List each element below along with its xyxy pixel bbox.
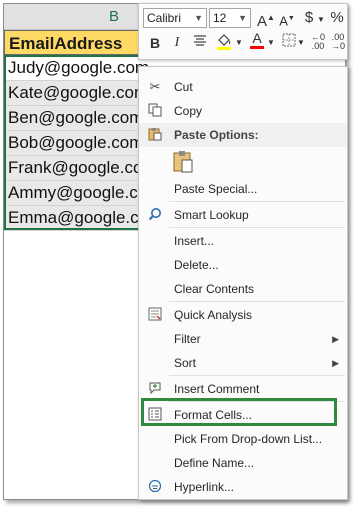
menu-item-label: Smart Lookup <box>174 208 249 222</box>
menu-item-label: Clear Contents <box>174 282 255 296</box>
currency-icon: $ <box>304 9 314 26</box>
menu-item-paste-special[interactable]: Paste Special... <box>139 177 347 201</box>
font-color-button[interactable]: A <box>247 30 267 49</box>
menu-item-label: Quick Analysis <box>174 308 253 322</box>
scissors-icon: ✂ <box>149 79 161 94</box>
menu-item-label: Copy <box>174 104 203 118</box>
menu-item-filter[interactable]: Filter ▶ <box>139 327 347 351</box>
menu-item-clear-contents[interactable]: Clear Contents <box>139 277 347 301</box>
chevron-down-icon[interactable]: ▼ <box>235 34 243 52</box>
chevron-down-icon: ▼ <box>194 13 203 23</box>
menu-item-label: Insert Comment <box>174 382 260 396</box>
borders-button[interactable] <box>281 33 297 51</box>
submenu-arrow-icon: ▶ <box>332 358 339 368</box>
menu-item-pick-from-dropdown[interactable]: Pick From Drop-down List... <box>139 427 347 451</box>
menu-item-label: Paste Special... <box>174 182 258 196</box>
percent-icon: % <box>330 9 344 26</box>
font-name-value: Calibri <box>147 11 182 25</box>
hyperlink-icon <box>147 479 163 495</box>
bold-icon: B <box>149 35 161 51</box>
decrease-decimal-button[interactable]: .00 →0 <box>329 33 347 51</box>
menu-item-label: Cut <box>174 80 193 94</box>
comment-icon <box>147 381 163 397</box>
paint-bucket-icon <box>217 34 231 50</box>
menu-item-smart-lookup[interactable]: Smart Lookup <box>139 203 347 227</box>
percent-button[interactable]: % <box>329 9 345 27</box>
menu-separator <box>169 401 345 402</box>
chevron-down-icon: ▼ <box>238 13 247 23</box>
grow-font-button[interactable]: A▲ <box>257 9 275 31</box>
submenu-arrow-icon: ▶ <box>332 334 339 344</box>
font-size-combo[interactable]: 12 ▼ <box>209 8 251 28</box>
menu-item-delete[interactable]: Delete... <box>139 253 347 277</box>
italic-icon: I <box>174 35 180 50</box>
menu-item-label: Insert... <box>174 234 215 248</box>
menu-item-insert[interactable]: Insert... <box>139 229 347 253</box>
menu-item-label: Delete... <box>174 258 219 272</box>
font-color-icon: A <box>252 30 262 46</box>
format-cells-icon <box>147 407 163 423</box>
borders-icon <box>282 33 296 47</box>
menu-item-cut[interactable]: ✂ Cut <box>139 75 347 99</box>
search-icon <box>147 207 163 223</box>
mini-toolbar: Calibri ▼ 12 ▼ A▲ A▼ $ ▼ % B I ▼ A ▼ ▼ ←… <box>138 3 348 60</box>
menu-separator <box>169 227 345 228</box>
copy-icon <box>147 103 163 119</box>
menu-item-label: Pick From Drop-down List... <box>174 432 323 446</box>
paste-clipboard-icon <box>173 151 193 173</box>
font-name-combo[interactable]: Calibri ▼ <box>143 8 207 28</box>
menu-item-define-name[interactable]: Define Name... <box>139 451 347 475</box>
paste-option-button[interactable] <box>172 149 196 175</box>
menu-item-label: Filter <box>174 332 201 346</box>
menu-item-label: Hyperlink... <box>174 480 235 494</box>
grow-font-icon: A <box>257 13 268 30</box>
increase-decimal-icon: ←0.00 <box>310 32 325 51</box>
quick-analysis-icon <box>147 307 163 323</box>
menu-item-format-cells[interactable]: Format Cells... <box>139 403 347 427</box>
decrease-decimal-icon: .00 →0 <box>330 32 345 51</box>
menu-separator <box>169 375 345 376</box>
menu-separator <box>169 301 345 302</box>
shrink-font-button[interactable]: A▼ <box>279 10 295 30</box>
menu-item-quick-analysis[interactable]: Quick Analysis <box>139 303 347 327</box>
context-menu: ✂ Cut Copy Paste Options: Paste Special.… <box>138 66 348 500</box>
font-color-swatch <box>250 46 264 49</box>
fill-color-button[interactable] <box>213 32 235 54</box>
menu-heading-label: Paste Options: <box>174 128 259 142</box>
paste-icon <box>147 127 163 143</box>
shrink-font-icon: A <box>279 13 288 29</box>
menu-item-sort[interactable]: Sort ▶ <box>139 351 347 375</box>
chevron-down-icon[interactable]: ▼ <box>267 34 275 52</box>
menu-item-hyperlink[interactable]: Hyperlink... <box>139 475 347 499</box>
bold-button[interactable]: B <box>147 34 163 52</box>
menu-item-insert-comment[interactable]: Insert Comment <box>139 377 347 401</box>
align-center-icon <box>194 35 206 46</box>
font-size-value: 12 <box>213 11 227 25</box>
menu-item-copy[interactable]: Copy <box>139 99 347 123</box>
italic-button[interactable]: I <box>169 34 185 52</box>
menu-item-label: Define Name... <box>174 456 255 470</box>
chevron-down-icon[interactable]: ▼ <box>317 11 325 29</box>
menu-separator <box>169 201 345 202</box>
menu-heading-paste-options: Paste Options: <box>139 123 347 147</box>
menu-item-label: Sort <box>174 356 197 370</box>
increase-decimal-button[interactable]: ←0.00 <box>309 33 327 51</box>
align-center-button[interactable] <box>191 34 209 52</box>
chevron-down-icon[interactable]: ▼ <box>297 34 305 52</box>
menu-item-label: Format Cells... <box>174 408 253 422</box>
currency-button[interactable]: $ <box>301 9 317 27</box>
